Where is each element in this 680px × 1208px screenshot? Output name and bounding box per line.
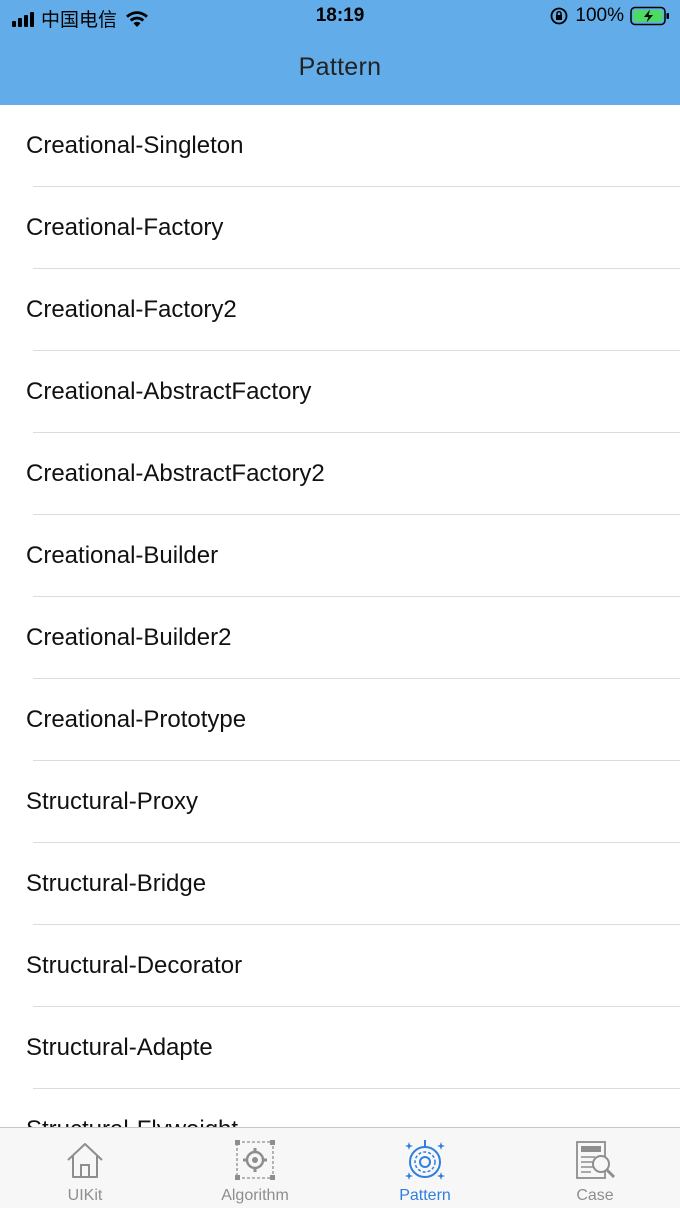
list-item-label: Creational-Builder2: [26, 624, 232, 651]
list-item[interactable]: Structural-Proxy: [0, 761, 680, 843]
list-item-label: Creational-Singleton: [26, 132, 244, 159]
list-item[interactable]: Structural-Decorator: [0, 925, 680, 1007]
list-item-label: Creational-Builder: [26, 542, 219, 569]
pattern-dial-icon: [405, 1140, 445, 1180]
list-item-label: Creational-Prototype: [26, 706, 247, 733]
tab-uikit[interactable]: UIKit: [0, 1128, 170, 1208]
tab-label: Pattern: [399, 1187, 451, 1204]
list-item[interactable]: Creational-Builder2: [0, 597, 680, 679]
list-item[interactable]: Creational-Factory2: [0, 269, 680, 351]
list-item-label: Creational-Factory2: [26, 296, 237, 323]
list-item-label: Creational-Factory: [26, 214, 224, 241]
tab-bar: UIKit Algorithm Pattern Case: [0, 1127, 680, 1208]
list-item[interactable]: Creational-Builder: [0, 515, 680, 597]
list-item[interactable]: Creational-Singleton: [0, 105, 680, 187]
tab-label: Case: [576, 1187, 614, 1204]
tab-algorithm[interactable]: Algorithm: [170, 1128, 340, 1208]
list-item[interactable]: Structural-Bridge: [0, 843, 680, 925]
list-item[interactable]: Creational-AbstractFactory2: [0, 433, 680, 515]
list-item[interactable]: Creational-AbstractFactory: [0, 351, 680, 433]
list-item[interactable]: Creational-Factory: [0, 187, 680, 269]
document-search-icon: [576, 1141, 616, 1179]
list-item-label: Structural-Flyweight: [26, 1116, 238, 1127]
list-item[interactable]: Structural-Adapte: [0, 1007, 680, 1089]
tab-pattern[interactable]: Pattern: [340, 1128, 510, 1208]
battery-percentage: 100%: [575, 5, 624, 26]
network-gear-icon: [235, 1140, 275, 1180]
list-item[interactable]: Creational-Prototype: [0, 679, 680, 761]
orientation-lock-icon: [550, 7, 568, 25]
list-item-label: Structural-Bridge: [26, 870, 207, 897]
tab-label: UIKit: [67, 1187, 103, 1204]
tab-label: Algorithm: [221, 1187, 289, 1204]
page-title: Pattern: [298, 53, 382, 81]
status-bar: 中国电信 18:19 100%: [0, 0, 680, 36]
battery-charging-icon: [630, 6, 669, 26]
list-item[interactable]: Structural-Flyweight: [0, 1089, 680, 1127]
tab-case[interactable]: Case: [510, 1128, 680, 1208]
list-item-label: Structural-Decorator: [26, 952, 243, 979]
house-icon: [67, 1143, 103, 1178]
pattern-list[interactable]: Creational-Singleton Creational-Factory …: [0, 105, 680, 1127]
list-item-label: Structural-Proxy: [26, 788, 199, 815]
list-item-label: Creational-AbstractFactory2: [26, 460, 325, 487]
app-screen: 中国电信 18:19 100% Pattern Creational-Singl…: [0, 0, 680, 1208]
status-right: 100%: [549, 5, 670, 27]
navigation-header: 中国电信 18:19 100% Pattern: [0, 0, 680, 105]
list-item-label: Structural-Adapte: [26, 1034, 213, 1061]
list-item-label: Creational-AbstractFactory: [26, 378, 312, 405]
